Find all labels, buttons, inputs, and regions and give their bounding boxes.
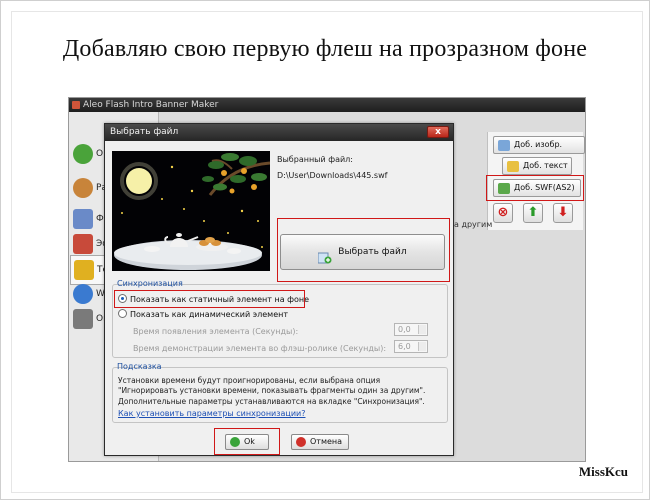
radio-dynamic-option[interactable]: Показать как динамический элемент <box>118 309 289 319</box>
arrow-up-icon: ⬆ <box>527 205 539 220</box>
add-swf-icon <box>498 183 510 194</box>
add-text-label: Доб. текст <box>523 161 568 170</box>
move-up-button[interactable]: ⬆ <box>523 203 543 223</box>
close-button[interactable]: x <box>427 126 449 138</box>
appear-time-value: 0,0 <box>398 325 411 334</box>
close-icon: x <box>435 127 441 137</box>
delete-icon: ⊗ <box>497 205 509 220</box>
radio-static-label: Показать как статичный элемент на фоне <box>130 295 310 304</box>
app-partial-text: а другим <box>454 220 493 229</box>
dialog-title: Выбрать файл <box>110 127 179 137</box>
app-titlebar: Aleo Flash Intro Banner Maker <box>69 98 585 112</box>
cancel-label: Отмена <box>310 437 343 446</box>
choose-file-button[interactable]: Выбрать файл <box>280 234 445 270</box>
app-title: Aleo Flash Intro Banner Maker <box>83 100 219 110</box>
night-tea-scene-image <box>112 151 270 271</box>
sync-help-link[interactable]: Как установить параметры синхронизации? <box>118 409 306 418</box>
add-file-icon <box>317 245 332 263</box>
effects-icon <box>73 234 93 254</box>
ok-button[interactable]: Ok <box>225 434 269 450</box>
duration-time-stepper[interactable]: 6,0 <box>394 340 428 353</box>
add-swf-button[interactable]: Доб. SWF(AS2) <box>493 179 581 197</box>
radio-static[interactable] <box>118 294 127 303</box>
add-swf-label: Доб. SWF(AS2) <box>514 183 575 192</box>
radio-dynamic-label: Показать как динамический элемент <box>130 310 289 319</box>
ok-label: Ok <box>244 437 255 446</box>
delete-button[interactable]: ⊗ <box>493 203 513 223</box>
globe-icon <box>73 284 93 304</box>
duration-time-label: Время демонстрации элемента во флэш-роли… <box>133 344 387 353</box>
dialog-titlebar: Выбрать файл x <box>105 124 453 141</box>
selected-file-path: D:\User\Downloads\445.swf <box>277 171 388 180</box>
check-icon <box>230 437 240 447</box>
signature: MissKcu <box>578 464 628 479</box>
add-image-icon <box>498 140 510 151</box>
slide-title: Добавляю свою первую флеш на прозразном … <box>62 36 588 62</box>
hint-text-2: Дополнительные параметры устанавливаются… <box>118 397 425 406</box>
add-image-button[interactable]: Доб. изобр. <box>493 136 585 154</box>
move-down-button[interactable]: ⬇ <box>553 203 573 223</box>
add-image-label: Доб. изобр. <box>514 140 563 149</box>
tools-icon <box>73 309 93 329</box>
choose-file-dialog: Выбрать файл x Выбранный файл: D:\User\D… <box>104 123 454 456</box>
app-logo-icon <box>72 101 80 109</box>
hint-group-title: Подсказка <box>117 362 162 371</box>
cancel-button[interactable]: Отмена <box>291 434 349 450</box>
selected-file-label: Выбранный файл: <box>277 155 353 164</box>
appear-time-label: Время появления элемента (Секунды): <box>133 327 299 336</box>
appear-time-stepper[interactable]: 0,0 <box>394 323 428 336</box>
add-text-icon <box>507 161 519 172</box>
radio-dynamic[interactable] <box>118 309 127 318</box>
hint-text-1: Установки времени будут проигнорированы,… <box>118 376 426 395</box>
radio-static-option[interactable]: Показать как статичный элемент на фоне <box>118 294 310 304</box>
sync-group-title: Синхронизация <box>117 279 183 288</box>
home-icon <box>73 144 93 164</box>
cancel-icon <box>296 437 306 447</box>
duration-time-value: 6,0 <box>398 342 411 351</box>
arrow-down-icon: ⬇ <box>557 205 569 220</box>
palette-icon <box>73 178 93 198</box>
choose-file-label: Выбрать файл <box>338 247 407 257</box>
add-text-button[interactable]: Доб. текст <box>502 157 572 175</box>
swf-preview-image <box>112 151 270 271</box>
image-icon <box>73 209 93 229</box>
pencil-icon <box>74 260 94 280</box>
